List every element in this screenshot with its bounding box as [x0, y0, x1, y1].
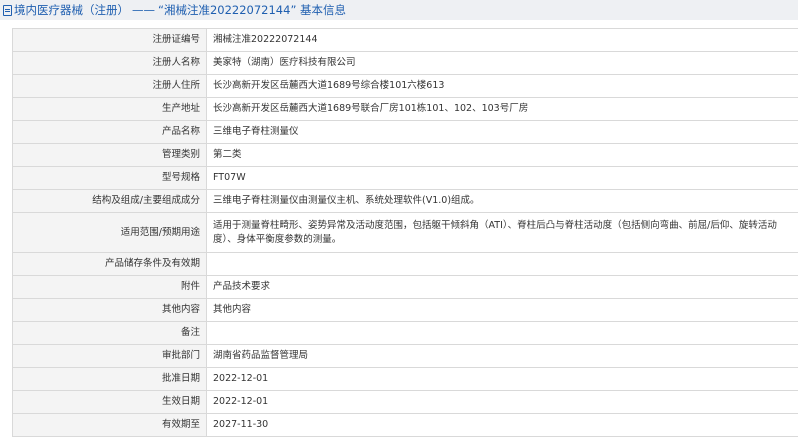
- row-label: 管理类别: [12, 143, 207, 167]
- row-value: FT07W: [206, 166, 798, 190]
- row-value: 湘械注准20222072144: [206, 28, 798, 52]
- table-row: 审批部门 湖南省药品监督管理局: [12, 344, 798, 368]
- row-value: 湖南省药品监督管理局: [206, 344, 798, 368]
- row-value: 2027-11-30: [206, 413, 798, 437]
- row-value: 长沙高新开发区岳麓西大道1689号联合厂房101栋101、102、103号厂房: [206, 97, 798, 121]
- table-row: 适用范围/预期用途 适用于测量脊柱畸形、姿势异常及活动度范围，包括躯干倾斜角（A…: [12, 212, 798, 253]
- row-value: 美家特（湖南）医疗科技有限公司: [206, 51, 798, 75]
- table-row: 生效日期 2022-12-01: [12, 390, 798, 414]
- row-label: 注册人名称: [12, 51, 207, 75]
- table-row: 其他内容 其他内容: [12, 298, 798, 322]
- table-row: 产品储存条件及有效期: [12, 252, 798, 276]
- row-label: 适用范围/预期用途: [12, 212, 207, 253]
- row-label: 注册人住所: [12, 74, 207, 98]
- header-record-title: “湘械注准20222072144” 基本信息: [158, 3, 347, 17]
- page-header: 境内医疗器械（注册） —— “湘械注准20222072144” 基本信息: [0, 0, 798, 20]
- row-value: 其他内容: [206, 298, 798, 322]
- table-row: 备注: [12, 321, 798, 345]
- table-row: 结构及组成/主要组成成分 三维电子脊柱测量仪由测量仪主机、系统处理软件(V1.0…: [12, 189, 798, 213]
- row-label: 其他内容: [12, 298, 207, 322]
- row-value: [206, 321, 798, 345]
- header-separator: ——: [132, 3, 155, 17]
- table-row: 管理类别 第二类: [12, 143, 798, 167]
- table-row: 生产地址 长沙高新开发区岳麓西大道1689号联合厂房101栋101、102、10…: [12, 97, 798, 121]
- row-value: 长沙高新开发区岳麓西大道1689号综合楼101六楼613: [206, 74, 798, 98]
- row-label: 生产地址: [12, 97, 207, 121]
- table-row: 批准日期 2022-12-01: [12, 367, 798, 391]
- row-value: 适用于测量脊柱畸形、姿势异常及活动度范围，包括躯干倾斜角（ATI）、脊柱后凸与脊…: [206, 212, 798, 253]
- row-label: 备注: [12, 321, 207, 345]
- row-value: 三维电子脊柱测量仪: [206, 120, 798, 144]
- document-icon: [3, 4, 12, 16]
- row-value: 产品技术要求: [206, 275, 798, 299]
- row-label: 产品名称: [12, 120, 207, 144]
- row-value: 2022-12-01: [206, 390, 798, 414]
- row-label: 附件: [12, 275, 207, 299]
- row-label: 有效期至: [12, 413, 207, 437]
- row-label: 注册证编号: [12, 28, 207, 52]
- row-label: 生效日期: [12, 390, 207, 414]
- basic-info-table: 注册证编号 湘械注准20222072144 注册人名称 美家特（湖南）医疗科技有…: [12, 28, 798, 437]
- row-label: 审批部门: [12, 344, 207, 368]
- table-row: 附件 产品技术要求: [12, 275, 798, 299]
- table-row: 有效期至 2027-11-30: [12, 413, 798, 437]
- row-value: 第二类: [206, 143, 798, 167]
- table-row: 注册人名称 美家特（湖南）医疗科技有限公司: [12, 51, 798, 75]
- row-label: 结构及组成/主要组成成分: [12, 189, 207, 213]
- row-label: 产品储存条件及有效期: [12, 252, 207, 276]
- row-value: [206, 252, 798, 276]
- info-table-container: 注册证编号 湘械注准20222072144 注册人名称 美家特（湖南）医疗科技有…: [12, 28, 798, 439]
- table-row: 产品名称 三维电子脊柱测量仪: [12, 120, 798, 144]
- row-value: 2022-12-01: [206, 367, 798, 391]
- table-row: 注册人住所 长沙高新开发区岳麓西大道1689号综合楼101六楼613: [12, 74, 798, 98]
- row-label: 批准日期: [12, 367, 207, 391]
- row-label: 型号规格: [12, 166, 207, 190]
- header-category-link[interactable]: 境内医疗器械（注册）: [14, 2, 129, 18]
- table-row: 型号规格 FT07W: [12, 166, 798, 190]
- row-value: 三维电子脊柱测量仪由测量仪主机、系统处理软件(V1.0)组成。: [206, 189, 798, 213]
- table-row: 注册证编号 湘械注准20222072144: [12, 28, 798, 52]
